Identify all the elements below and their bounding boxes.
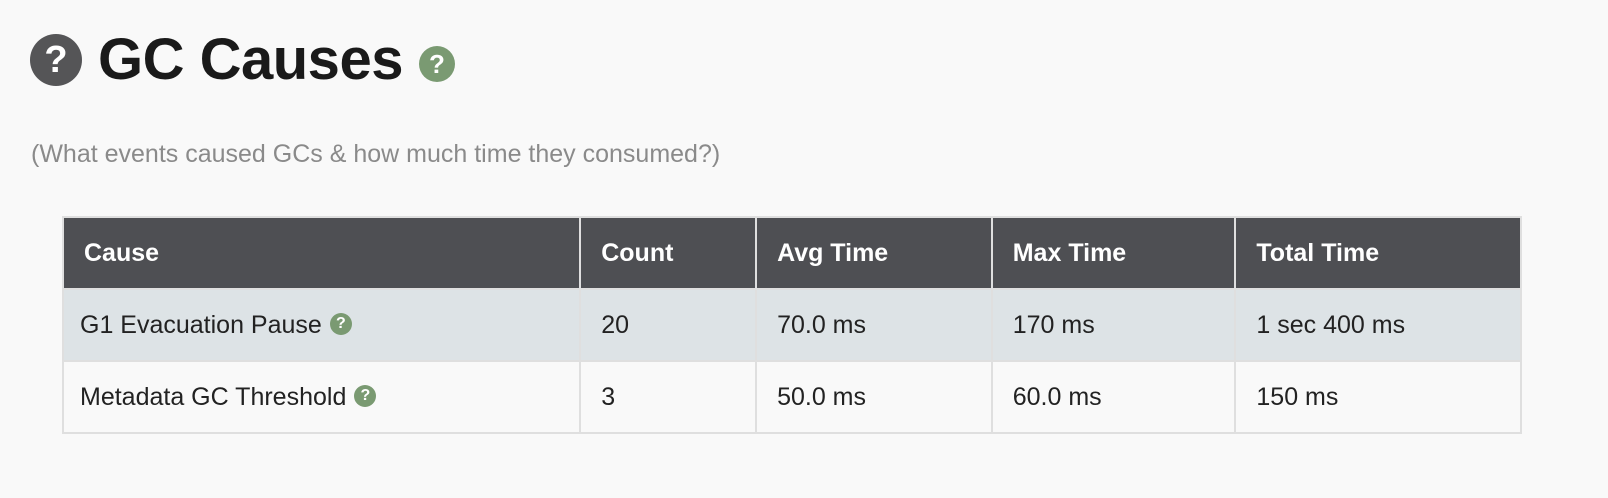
table-row: G1 Evacuation Pause? 20 70.0 ms 170 ms 1… <box>61 288 1522 362</box>
total-time-cell: 150 ms <box>1234 360 1522 434</box>
help-icon[interactable]: ? <box>354 384 377 407</box>
gc-causes-table: Cause Count Avg Time Max Time Total Time… <box>61 216 1522 434</box>
table-header-row: Cause Count Avg Time Max Time Total Time <box>61 216 1522 290</box>
column-header-count: Count <box>579 216 758 290</box>
avg-time-cell: 50.0 ms <box>755 360 993 434</box>
question-circle-icon[interactable]: ? <box>30 34 82 86</box>
table-row: Metadata GC Threshold? 3 50.0 ms 60.0 ms… <box>61 360 1522 434</box>
gc-causes-page: ? GC Causes ? (What events caused GCs & … <box>0 0 1608 498</box>
count-cell: 3 <box>579 360 758 434</box>
column-header-cause: Cause <box>61 216 582 290</box>
cause-label: G1 Evacuation Pause <box>80 310 322 339</box>
cause-cell: Metadata GC Threshold? <box>61 360 582 434</box>
section-subtitle: (What events caused GCs & how much time … <box>31 140 721 168</box>
column-header-max-time: Max Time <box>990 216 1237 290</box>
section-header: ? GC Causes ? <box>30 28 455 92</box>
column-header-total-time: Total Time <box>1234 216 1522 290</box>
page-title: GC Causes <box>98 27 403 92</box>
max-time-cell: 170 ms <box>990 288 1237 362</box>
count-cell: 20 <box>579 288 758 362</box>
max-time-cell: 60.0 ms <box>990 360 1237 434</box>
cause-cell: G1 Evacuation Pause? <box>61 288 582 362</box>
help-icon[interactable]: ? <box>418 46 455 82</box>
avg-time-cell: 70.0 ms <box>755 288 993 362</box>
column-header-avg-time: Avg Time <box>755 216 993 290</box>
help-icon[interactable]: ? <box>329 312 352 335</box>
total-time-cell: 1 sec 400 ms <box>1234 288 1522 362</box>
cause-label: Metadata GC Threshold <box>80 382 347 411</box>
